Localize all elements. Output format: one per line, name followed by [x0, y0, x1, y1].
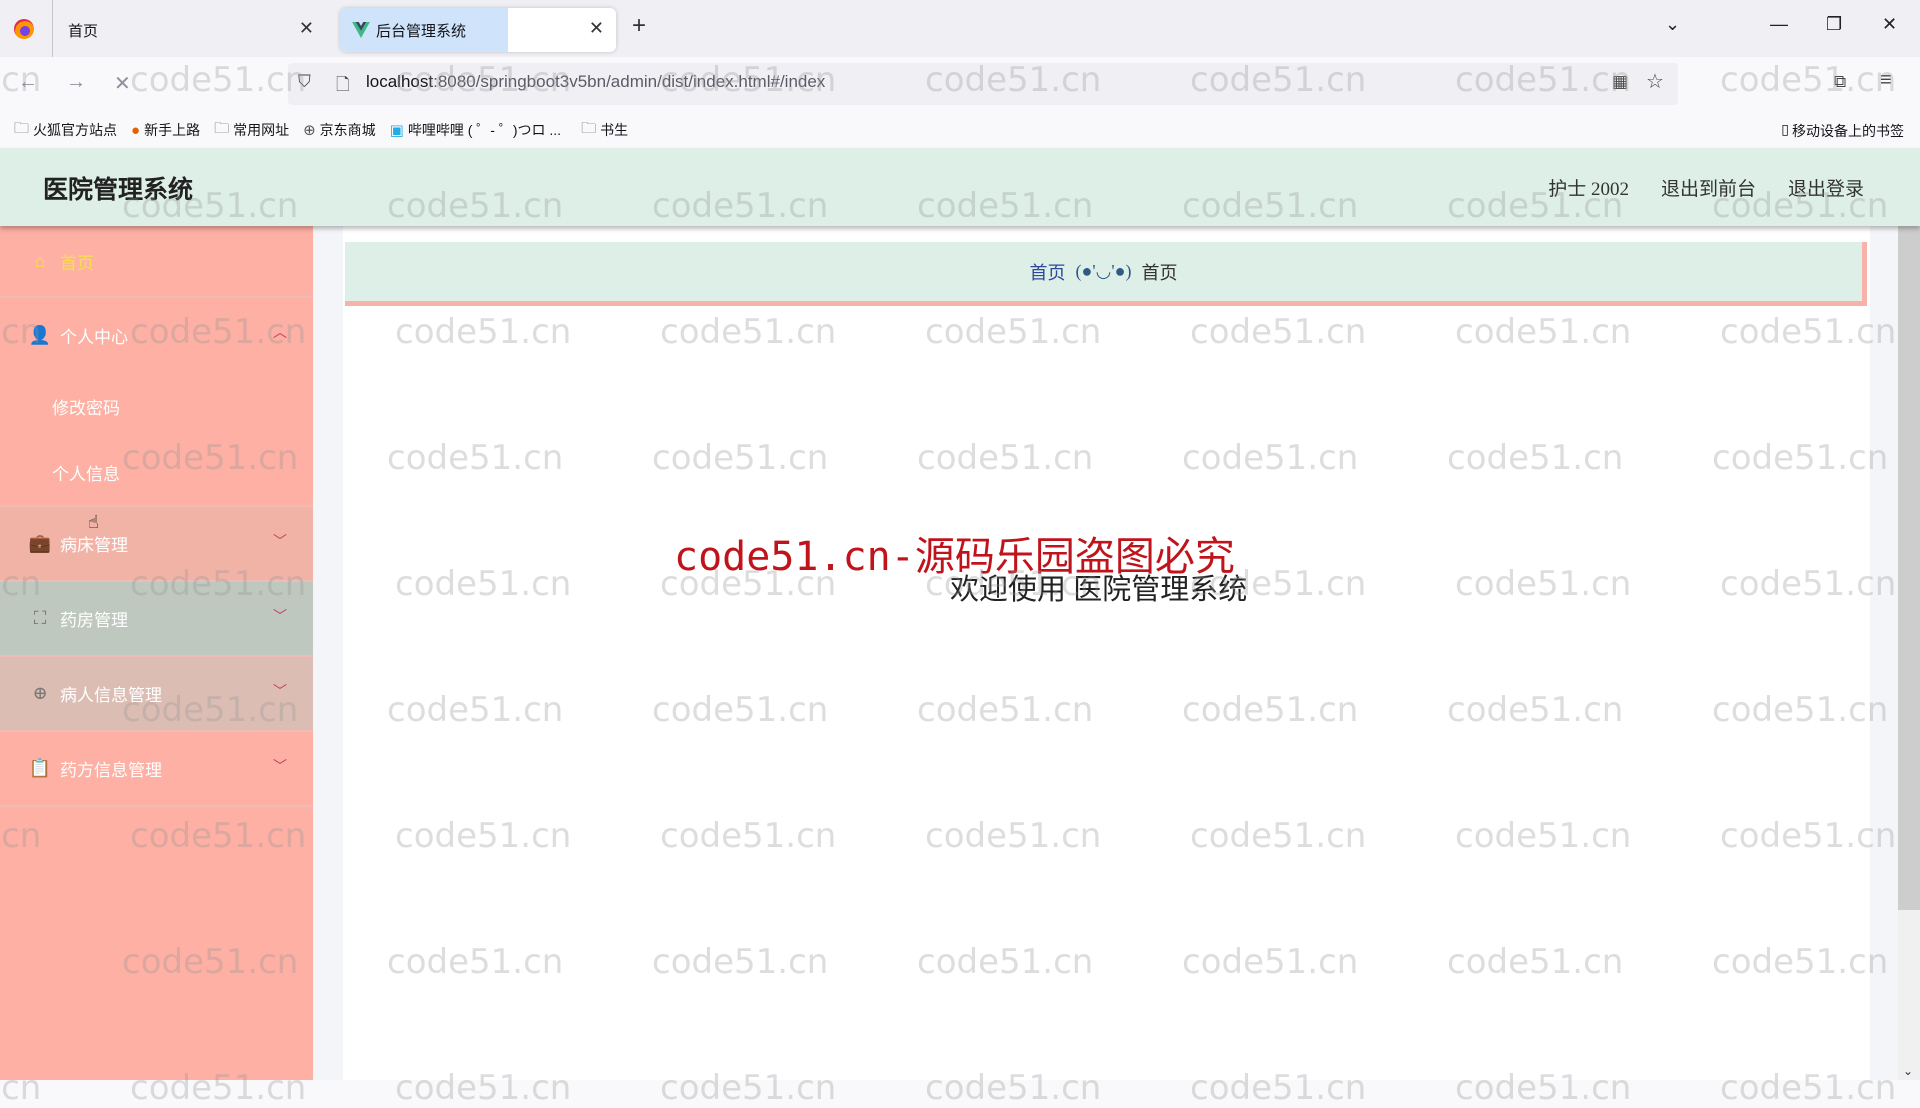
bookmark-item[interactable]: ● 新手上路 — [131, 120, 200, 140]
back-arrow-icon[interactable]: ← — [18, 71, 38, 94]
qr-code-icon[interactable]: ▦ — [1612, 72, 1628, 92]
browser-tabbar: 首页 ✕ 后台管理系统 ✕ + ⌄ — ❐ ✕ — [0, 0, 1920, 57]
bookmark-item[interactable]: 🗀 书生 — [581, 118, 628, 143]
sidebar-subitem-label: 个人信息 — [52, 464, 120, 484]
menu-icon[interactable]: ≡ — [1880, 69, 1892, 92]
header-links: 护士 2002 退出到前台 退出登录 — [1548, 174, 1864, 201]
folder-icon: 🗀 — [14, 119, 30, 137]
sidebar-item-label: 个人中心 — [60, 328, 128, 347]
sidebar-item-label: 病床管理 — [60, 536, 128, 555]
browser-navbar: ← → ✕ ⛉ 🗋 localhost:8080/springboot3v5bn… — [0, 57, 1920, 112]
bookmark-label: 京东商城 — [319, 122, 376, 138]
sidebar-subitem-personal-info[interactable]: 个人信息 — [0, 439, 313, 505]
chevron-down-icon: ﹀ — [273, 535, 287, 550]
url-host: localhost — [366, 72, 434, 91]
sidebar: ⌂ 首页 👤 个人中心 ︿ 修改密码 个人信息 💼 病床管理 ﹀ ⛶ 药房管理 … — [0, 226, 313, 1080]
breadcrumb-separator: (●'◡'●) — [1075, 261, 1132, 281]
target-icon: ⊕ — [32, 683, 48, 703]
chevron-down-icon: ﹀ — [273, 685, 287, 700]
tab-label: 首页 — [68, 22, 99, 40]
tab-divider — [52, 0, 53, 57]
url-text[interactable]: localhost:8080/springboot3v5bn/admin/dis… — [366, 72, 825, 92]
logout-link[interactable]: 退出登录 — [1788, 174, 1864, 201]
chevron-down-icon: ﹀ — [273, 610, 287, 625]
scroll-down-icon[interactable]: ⌄ — [1903, 1064, 1913, 1078]
sidebar-subitem-change-password[interactable]: 修改密码 — [0, 373, 313, 439]
page-icon[interactable]: 🗋 — [336, 72, 350, 101]
bookmark-item[interactable]: ⊕ 京东商城 — [303, 120, 376, 140]
bookmark-label: 火狐官方站点 — [33, 122, 118, 138]
extensions-icon[interactable]: ⧉ — [1834, 72, 1846, 92]
mobile-bookmarks[interactable]: ▯ 移动设备上的书签 — [1781, 121, 1904, 141]
bookmark-label: 新手上路 — [144, 122, 201, 138]
mobile-device-icon: ▯ — [1781, 121, 1789, 137]
home-icon: ⌂ — [34, 250, 46, 271]
content-gutter — [313, 226, 343, 1080]
bookmark-item[interactable]: ▣ 哔哩哔哩 ( ゜- ゜)つロ ... — [390, 120, 561, 140]
tab-list-chevron-icon[interactable]: ⌄ — [1665, 14, 1680, 35]
sidebar-group-personal: 👤 个人中心 ︿ 修改密码 个人信息 — [0, 298, 313, 507]
firefox-logo-icon — [14, 19, 34, 39]
close-tab-icon[interactable]: ✕ — [589, 18, 604, 39]
bookmark-label: 书生 — [600, 122, 629, 138]
sidebar-item-label: 首页 — [60, 253, 94, 273]
copyright-banner: code51.cn-源码乐园盗图必究 — [674, 534, 1235, 580]
app-header: 医院管理系统 护士 2002 退出到前台 退出登录 — [0, 148, 1920, 226]
chevron-down-icon: ﹀ — [273, 760, 287, 775]
star-icon[interactable]: ☆ — [1646, 69, 1664, 94]
bookmark-item[interactable]: 🗀 火狐官方站点 — [14, 118, 117, 143]
mouse-cursor-icon: ☝ — [88, 512, 99, 532]
sidebar-item-bed-management[interactable]: 💼 病床管理 ﹀ — [0, 507, 313, 582]
tab-label: 后台管理系统 — [376, 22, 467, 40]
briefcase-icon: 💼 — [28, 533, 52, 553]
scrollbar-thumb[interactable] — [1898, 226, 1920, 910]
bookmark-label: 哔哩哔哩 ( ゜- ゜)つロ ... — [407, 122, 562, 138]
sidebar-item-patient-management[interactable]: ⊕ 病人信息管理 ﹀ — [0, 657, 313, 732]
shield-icon[interactable]: ⛉ — [298, 72, 311, 92]
stop-icon[interactable]: ✕ — [114, 71, 131, 96]
bookmark-item[interactable]: 🗀 常用网址 — [214, 118, 289, 143]
sidebar-item-label: 药方信息管理 — [60, 761, 162, 780]
restore-icon[interactable]: ❐ — [1826, 14, 1842, 35]
sidebar-item-pharmacy-management[interactable]: ⛶ 药房管理 ﹀ — [0, 582, 313, 657]
bookmarks-bar: 🗀 火狐官方站点 ● 新手上路 🗀 常用网址 ⊕ 京东商城 ▣ 哔哩哔哩 ( ゜- ゜)つ… — [0, 112, 1920, 148]
forward-arrow-icon[interactable]: → — [66, 71, 86, 94]
folder-icon: 🗀 — [214, 119, 230, 137]
tab-admin[interactable]: 后台管理系统 ✕ — [340, 8, 616, 52]
current-user: 护士 2002 — [1548, 179, 1629, 200]
sidebar-item-home[interactable]: ⌂ 首页 — [0, 226, 313, 298]
clipboard-icon: 📋 — [28, 758, 52, 778]
breadcrumb-current: 首页 — [1141, 262, 1178, 283]
sidebar-item-label: 病人信息管理 — [60, 686, 162, 705]
exit-to-front-link[interactable]: 退出到前台 — [1661, 174, 1756, 201]
minimize-icon[interactable]: — — [1770, 14, 1788, 35]
mobile-bookmarks-label: 移动设备上的书签 — [1792, 123, 1904, 139]
close-window-icon[interactable]: ✕ — [1882, 14, 1897, 35]
chevron-up-icon: ︿ — [273, 326, 287, 341]
new-tab-button[interactable]: + — [632, 12, 646, 40]
sidebar-item-label: 药房管理 — [60, 611, 128, 630]
folder-icon: 🗀 — [581, 119, 597, 137]
breadcrumb-home-link[interactable]: 首页 — [1030, 259, 1066, 285]
sidebar-subitem-label: 修改密码 — [52, 398, 120, 418]
breadcrumb: 首页 (●'◡'●) 首页 — [345, 242, 1867, 306]
tab-home[interactable]: 首页 ✕ — [56, 8, 326, 52]
main-content — [343, 226, 1870, 1080]
scan-icon: ⛶ — [33, 608, 47, 628]
app-title: 医院管理系统 — [43, 177, 194, 204]
bookmark-label: 常用网址 — [233, 122, 290, 138]
sidebar-item-personal-center[interactable]: 👤 个人中心 ︿ — [0, 298, 313, 373]
user-icon: 👤 — [28, 325, 52, 345]
globe-icon: ⊕ — [303, 122, 316, 139]
sidebar-item-prescription-management[interactable]: 📋 药方信息管理 ﹀ — [0, 732, 313, 807]
firefox-icon: ● — [131, 121, 141, 139]
close-tab-icon[interactable]: ✕ — [299, 18, 314, 39]
page-scrollbar[interactable]: ⌄ — [1898, 226, 1920, 1080]
content-gutter-right — [1870, 226, 1898, 1080]
url-path: :8080/springboot3v5bn/admin/dist/index.h… — [433, 72, 826, 91]
vue-icon — [352, 22, 370, 38]
bilibili-icon: ▣ — [389, 122, 404, 139]
